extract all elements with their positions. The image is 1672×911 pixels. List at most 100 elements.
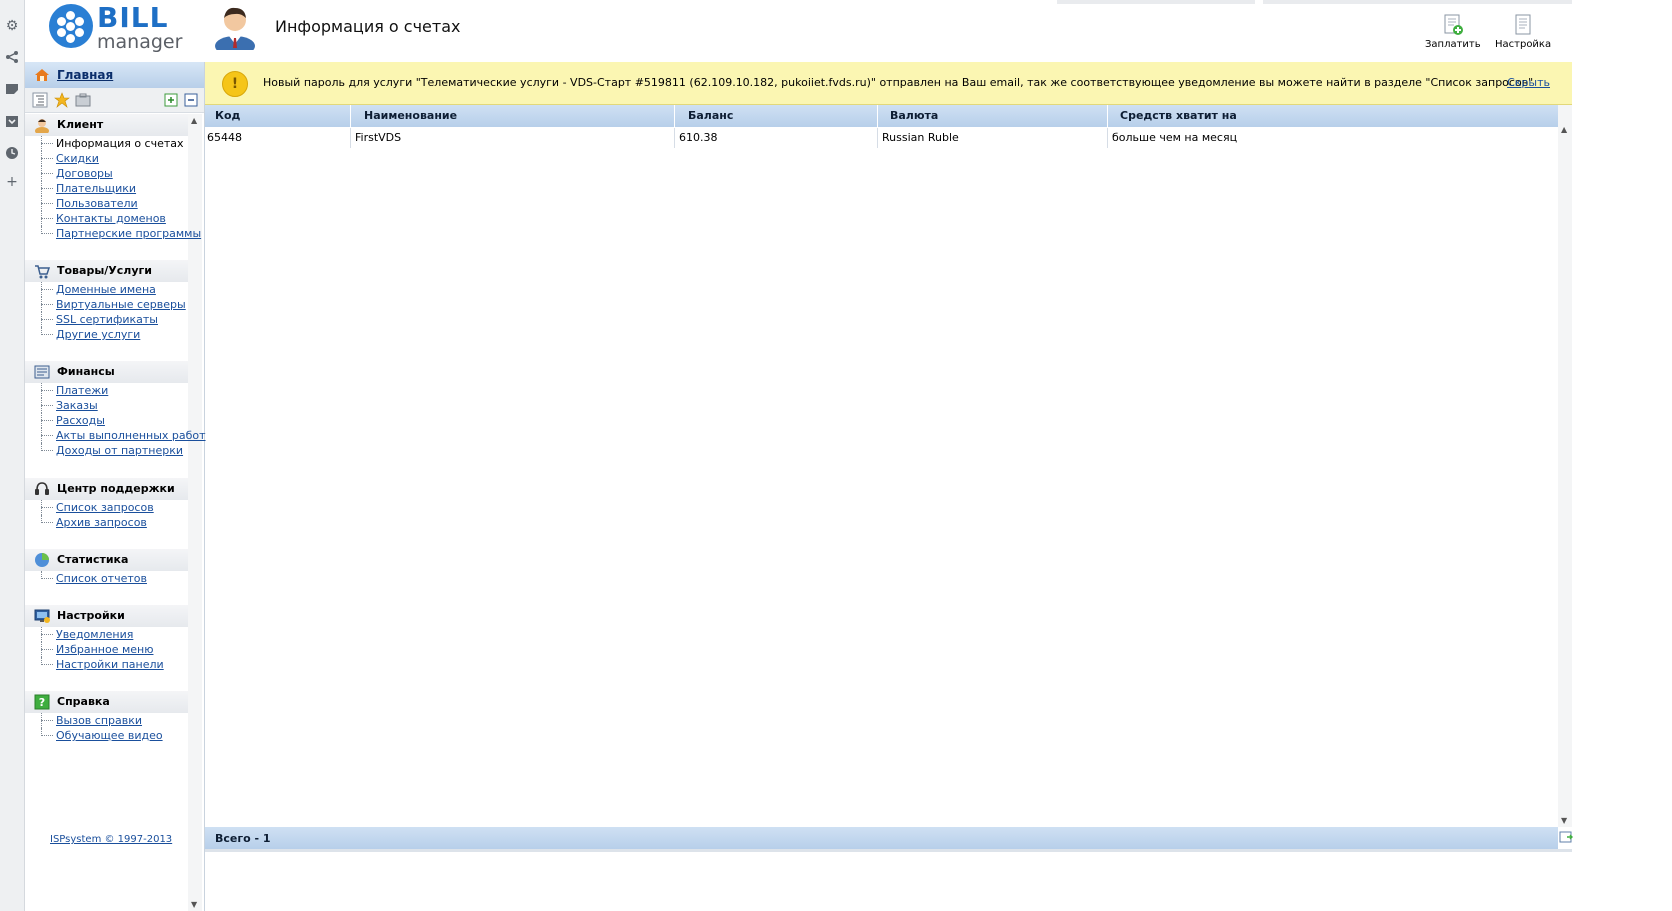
cell-balance: 610.38 xyxy=(676,128,878,148)
column-header-code[interactable]: Код xyxy=(205,105,351,127)
nav-group-statistics: Статистика Список отчетов xyxy=(25,549,188,586)
sidebar-item-domain-contacts[interactable]: Контакты доменов xyxy=(41,211,188,226)
sidebar-item-reports[interactable]: Список отчетов xyxy=(41,571,188,586)
sidebar-item-orders[interactable]: Заказы xyxy=(41,398,188,413)
pay-icon xyxy=(1444,14,1463,35)
tree-view-icon[interactable] xyxy=(32,92,48,108)
sidebar-item-partner-programs[interactable]: Партнерские программы xyxy=(41,226,201,241)
bottom-divider xyxy=(205,849,1572,852)
sidebar-item-ticket-archive[interactable]: Архив запросов xyxy=(41,515,188,530)
sidebar-link[interactable]: Настройки панели xyxy=(56,658,164,671)
sidebar-item-help-call[interactable]: Вызов справки xyxy=(41,713,188,728)
sidebar-link[interactable]: Партнерские программы xyxy=(56,227,201,240)
sidebar-link[interactable]: Платежи xyxy=(56,384,108,397)
sidebar-item-account-info[interactable]: Информация о счетах xyxy=(41,136,188,151)
settings-button[interactable]: Настройка xyxy=(1495,14,1551,50)
nav-group-header[interactable]: ? Справка xyxy=(25,691,188,713)
table-scrollbar[interactable]: ▲ ▼ xyxy=(1558,105,1572,827)
hide-notification-link[interactable]: Скрыть xyxy=(1507,76,1550,89)
nav-group-title: Статистика xyxy=(57,553,129,566)
home-icon xyxy=(35,69,49,81)
sidebar-item-contracts[interactable]: Договоры xyxy=(41,166,188,181)
total-count: Всего - 1 xyxy=(215,832,271,845)
sidebar-item-other-services[interactable]: Другие услуги xyxy=(41,327,188,342)
sidebar-link[interactable]: Договоры xyxy=(56,167,113,180)
nav-group-header[interactable]: Статистика xyxy=(25,549,188,571)
scroll-up-icon[interactable]: ▲ xyxy=(1561,125,1567,134)
cell-sufficient-for: больше чем на месяц xyxy=(1112,131,1238,144)
favorites-star-icon[interactable] xyxy=(54,92,70,108)
monitor-icon xyxy=(34,609,50,623)
sidebar-link[interactable]: Список отчетов xyxy=(56,572,147,585)
sidebar-item-acts[interactable]: Акты выполненных работ xyxy=(41,428,206,443)
sidebar-link[interactable]: Скидки xyxy=(56,152,99,165)
sidebar-link[interactable]: Обучающее видео xyxy=(56,729,163,742)
home-link[interactable]: Главная xyxy=(57,68,113,82)
nav-group-title: Настройки xyxy=(57,609,125,622)
sidebar-link[interactable]: Виртуальные серверы xyxy=(56,298,186,311)
plus-icon[interactable]: + xyxy=(4,174,20,190)
sidebar-link[interactable]: SSL сертификаты xyxy=(56,313,158,326)
sidebar-link[interactable]: Уведомления xyxy=(56,628,133,641)
nav-group-header[interactable]: Товары/Услуги xyxy=(25,260,188,282)
sidebar-item-users[interactable]: Пользователи xyxy=(41,196,188,211)
sidebar-link[interactable]: Другие услуги xyxy=(56,328,140,341)
scroll-up-icon[interactable]: ▲ xyxy=(191,116,197,125)
column-header-currency[interactable]: Валюта xyxy=(879,105,1108,127)
sidebar-item-domains[interactable]: Доменные имена xyxy=(41,282,188,297)
sidebar-item-payments[interactable]: Платежи xyxy=(41,383,188,398)
briefcase-icon[interactable] xyxy=(75,92,91,108)
sidebar-link[interactable]: Заказы xyxy=(56,399,98,412)
sidebar-link[interactable]: Вызов справки xyxy=(56,714,142,727)
pay-button[interactable]: Заплатить xyxy=(1425,14,1481,50)
sidebar-link[interactable]: Архив запросов xyxy=(56,516,147,529)
sidebar-item-partner-income[interactable]: Доходы от партнерки xyxy=(41,443,188,458)
nav-group-header[interactable]: Настройки xyxy=(25,605,188,627)
sidebar-link[interactable]: Доменные имена xyxy=(56,283,156,296)
sidebar-item-panel-settings[interactable]: Настройки панели xyxy=(41,657,188,672)
sidebar-item-notifications[interactable]: Уведомления xyxy=(41,627,188,642)
column-header-name[interactable]: Наименование xyxy=(352,105,675,127)
nav-group-header[interactable]: Клиент xyxy=(25,114,188,136)
note-icon[interactable] xyxy=(4,82,20,98)
copyright-link[interactable]: ISPsystem © 1997-2013 xyxy=(50,834,172,845)
cell-name: FirstVDS xyxy=(352,128,675,148)
sidebar-link[interactable]: Расходы xyxy=(56,414,105,427)
sidebar-item-expenses[interactable]: Расходы xyxy=(41,413,188,428)
logo-mark-icon xyxy=(49,4,93,48)
sidebar-link[interactable]: Пользователи xyxy=(56,197,138,210)
settings-doc-icon xyxy=(1515,14,1531,35)
sidebar-item-ssl[interactable]: SSL сертификаты xyxy=(41,312,188,327)
sidebar-item-tickets[interactable]: Список запросов xyxy=(41,500,188,515)
billmanager-logo[interactable]: BILL manager xyxy=(49,1,199,54)
nav-group-header[interactable]: Финансы xyxy=(25,361,188,383)
sidebar-item-tutorial-video[interactable]: Обучающее видео xyxy=(41,728,188,743)
gear-icon[interactable]: ⚙ xyxy=(4,18,20,34)
collapse-all-icon[interactable] xyxy=(183,92,199,108)
sidebar-link[interactable]: Контакты доменов xyxy=(56,212,166,225)
sidebar-link[interactable]: Избранное меню xyxy=(56,643,153,656)
sidebar-link[interactable]: Доходы от партнерки xyxy=(56,444,183,457)
sidebar-item-vps[interactable]: Виртуальные серверы xyxy=(41,297,188,312)
notification-banner: ! Новый пароль для услуги "Телематически… xyxy=(205,62,1572,105)
sidebar-item-discounts[interactable]: Скидки xyxy=(41,151,188,166)
column-header-sufficient-for[interactable]: Средств хватит на xyxy=(1109,105,1558,127)
column-header-balance[interactable]: Баланс xyxy=(676,105,878,127)
share-icon[interactable] xyxy=(4,50,20,66)
sidebar-item-favorite-menu[interactable]: Избранное меню xyxy=(41,642,188,657)
sidebar-link[interactable]: Акты выполненных работ xyxy=(56,429,206,442)
export-icon[interactable] xyxy=(1559,830,1573,844)
sidebar-link[interactable]: Плательщики xyxy=(56,182,136,195)
scroll-down-icon[interactable]: ▼ xyxy=(1561,816,1567,825)
sidebar-link[interactable]: Список запросов xyxy=(56,501,154,514)
download-icon[interactable] xyxy=(4,114,20,130)
sidebar: Главная ▲ ▼ Клиент Информация о счетах С… xyxy=(25,62,206,911)
nav-group-header[interactable]: Центр поддержки xyxy=(25,478,188,500)
expand-all-icon[interactable] xyxy=(163,92,179,108)
client-icon xyxy=(35,119,49,133)
home-bar: Главная xyxy=(25,62,204,88)
scroll-down-icon[interactable]: ▼ xyxy=(191,900,197,909)
sidebar-item-payers[interactable]: Плательщики xyxy=(41,181,188,196)
table-row[interactable]: 65448 FirstVDS 610.38 Russian Ruble боль… xyxy=(205,128,1558,148)
clock-icon[interactable] xyxy=(4,146,20,162)
